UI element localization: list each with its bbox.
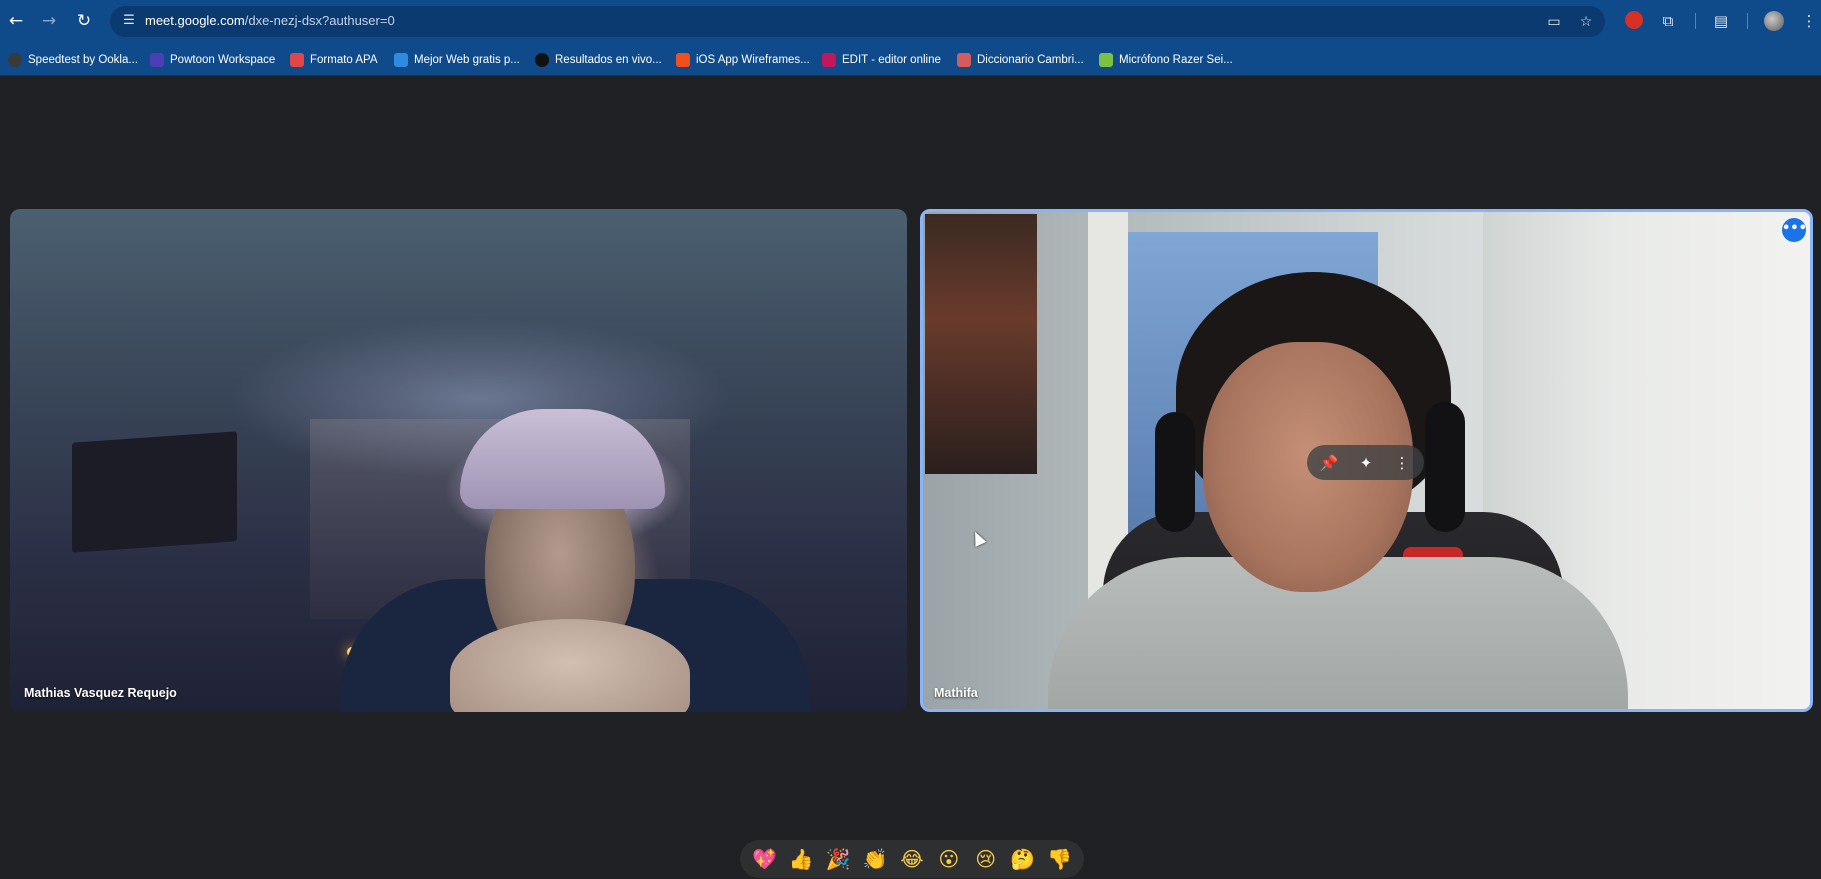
- figma-icon: [676, 53, 690, 67]
- clapping-reaction[interactable]: 👏: [860, 844, 890, 874]
- video-person: [1155, 412, 1195, 532]
- reload-button[interactable]: ↻: [73, 10, 95, 32]
- bookmark-label: iOS App Wireframes...: [696, 54, 810, 66]
- party-popper-reaction[interactable]: 🎉: [823, 844, 853, 874]
- bookmark-label: Powtoon Workspace: [170, 54, 276, 66]
- video-background: [72, 431, 237, 553]
- profile-avatar[interactable]: [1764, 11, 1784, 31]
- bookmark-label: Speedtest by Ookla...: [28, 54, 138, 66]
- edit-icon: [822, 53, 836, 67]
- bookmark-label: Formato APA: [310, 54, 378, 66]
- side-panel-icon[interactable]: ▤: [1710, 10, 1732, 32]
- laughing-reaction[interactable]: 😂: [897, 844, 927, 874]
- participant-name: Mathifa: [934, 686, 978, 700]
- participant-name: Mathias Vasquez Requejo: [24, 686, 177, 700]
- kebab-icon[interactable]: ⋮: [1798, 10, 1820, 32]
- cambridge-icon: [957, 53, 971, 67]
- surprised-reaction[interactable]: 😮: [934, 844, 964, 874]
- bookmark-item[interactable]: Powtoon Workspace: [150, 51, 275, 69]
- heart-reaction[interactable]: 💖: [749, 844, 779, 874]
- browser-toolbar: ← → ↻ ☰ meet.google.com/dxe-nezj-dsx?aut…: [0, 0, 1821, 43]
- bookmarks-bar: Speedtest by Ookla... Powtoon Workspace …: [0, 43, 1821, 76]
- bookmark-item[interactable]: Speedtest by Ookla...: [8, 51, 138, 69]
- reactions-bar: 💖 👍 🎉 👏 😂 😮 😢 🤔 👎: [740, 840, 1084, 878]
- web-icon: [394, 53, 408, 67]
- bookmark-item[interactable]: Diccionario Cambri...: [957, 51, 1084, 69]
- book-icon: [290, 53, 304, 67]
- bookmark-label: EDIT - editor online: [842, 54, 941, 66]
- participant-tile-active[interactable]: 📌 ✦ ⋮ ••• Mathifa: [920, 209, 1813, 712]
- bookmark-item[interactable]: Mejor Web gratis p...: [394, 51, 520, 69]
- toolbar-divider: [1695, 13, 1696, 29]
- meet-stage: Mathias Vasquez Requejo 📌 ✦ ⋮ ••• Mathif…: [0, 77, 1821, 879]
- bookmark-item[interactable]: Resultados en vivo...: [535, 51, 662, 69]
- pin-icon[interactable]: 📌: [1317, 451, 1341, 475]
- bookmark-label: Micrófono Razer Sei...: [1119, 54, 1233, 66]
- thumbs-down-reaction[interactable]: 👎: [1044, 844, 1074, 874]
- bookmark-item[interactable]: iOS App Wireframes...: [676, 51, 810, 69]
- url-text[interactable]: meet.google.com/dxe-nezj-dsx?authuser=0: [145, 13, 395, 28]
- bookmark-item[interactable]: EDIT - editor online: [822, 51, 941, 69]
- sparkle-icon[interactable]: ✦: [1354, 451, 1378, 475]
- bookmark-label: Resultados en vivo...: [555, 54, 662, 66]
- toolbar-divider: [1747, 13, 1748, 29]
- address-bar[interactable]: ☰ meet.google.com/dxe-nezj-dsx?authuser=…: [110, 6, 1605, 37]
- bookmark-label: Mejor Web gratis p...: [414, 54, 520, 66]
- powtoon-icon: [150, 53, 164, 67]
- results-icon: [535, 53, 549, 67]
- razer-icon: [1099, 53, 1113, 67]
- video-person: [1425, 402, 1465, 532]
- forward-button[interactable]: →: [38, 10, 60, 32]
- speedtest-icon: [8, 53, 22, 67]
- extension-red-icon[interactable]: [1625, 11, 1643, 29]
- tile-hover-controls: 📌 ✦ ⋮: [1307, 445, 1424, 480]
- bookmark-label: Diccionario Cambri...: [977, 54, 1084, 66]
- back-button[interactable]: ←: [5, 10, 27, 32]
- kebab-icon[interactable]: ⋮: [1390, 451, 1414, 475]
- thumbs-up-reaction[interactable]: 👍: [786, 844, 816, 874]
- tune-icon[interactable]: ☰: [120, 12, 138, 30]
- participant-tile[interactable]: Mathias Vasquez Requejo: [10, 209, 907, 712]
- video-background: [925, 214, 1037, 474]
- crying-reaction[interactable]: 😢: [971, 844, 1001, 874]
- url-host: meet.google.com: [145, 13, 245, 28]
- thinking-reaction[interactable]: 🤔: [1008, 844, 1038, 874]
- puzzle-icon[interactable]: ⧉: [1657, 10, 1679, 32]
- camera-icon[interactable]: ▭: [1545, 13, 1563, 31]
- url-path: /dxe-nezj-dsx?authuser=0: [244, 13, 395, 28]
- more-options-button[interactable]: •••: [1782, 218, 1807, 242]
- star-icon[interactable]: ☆: [1577, 13, 1595, 31]
- bookmark-item[interactable]: Micrófono Razer Sei...: [1099, 51, 1233, 69]
- bookmark-item[interactable]: Formato APA: [290, 51, 378, 69]
